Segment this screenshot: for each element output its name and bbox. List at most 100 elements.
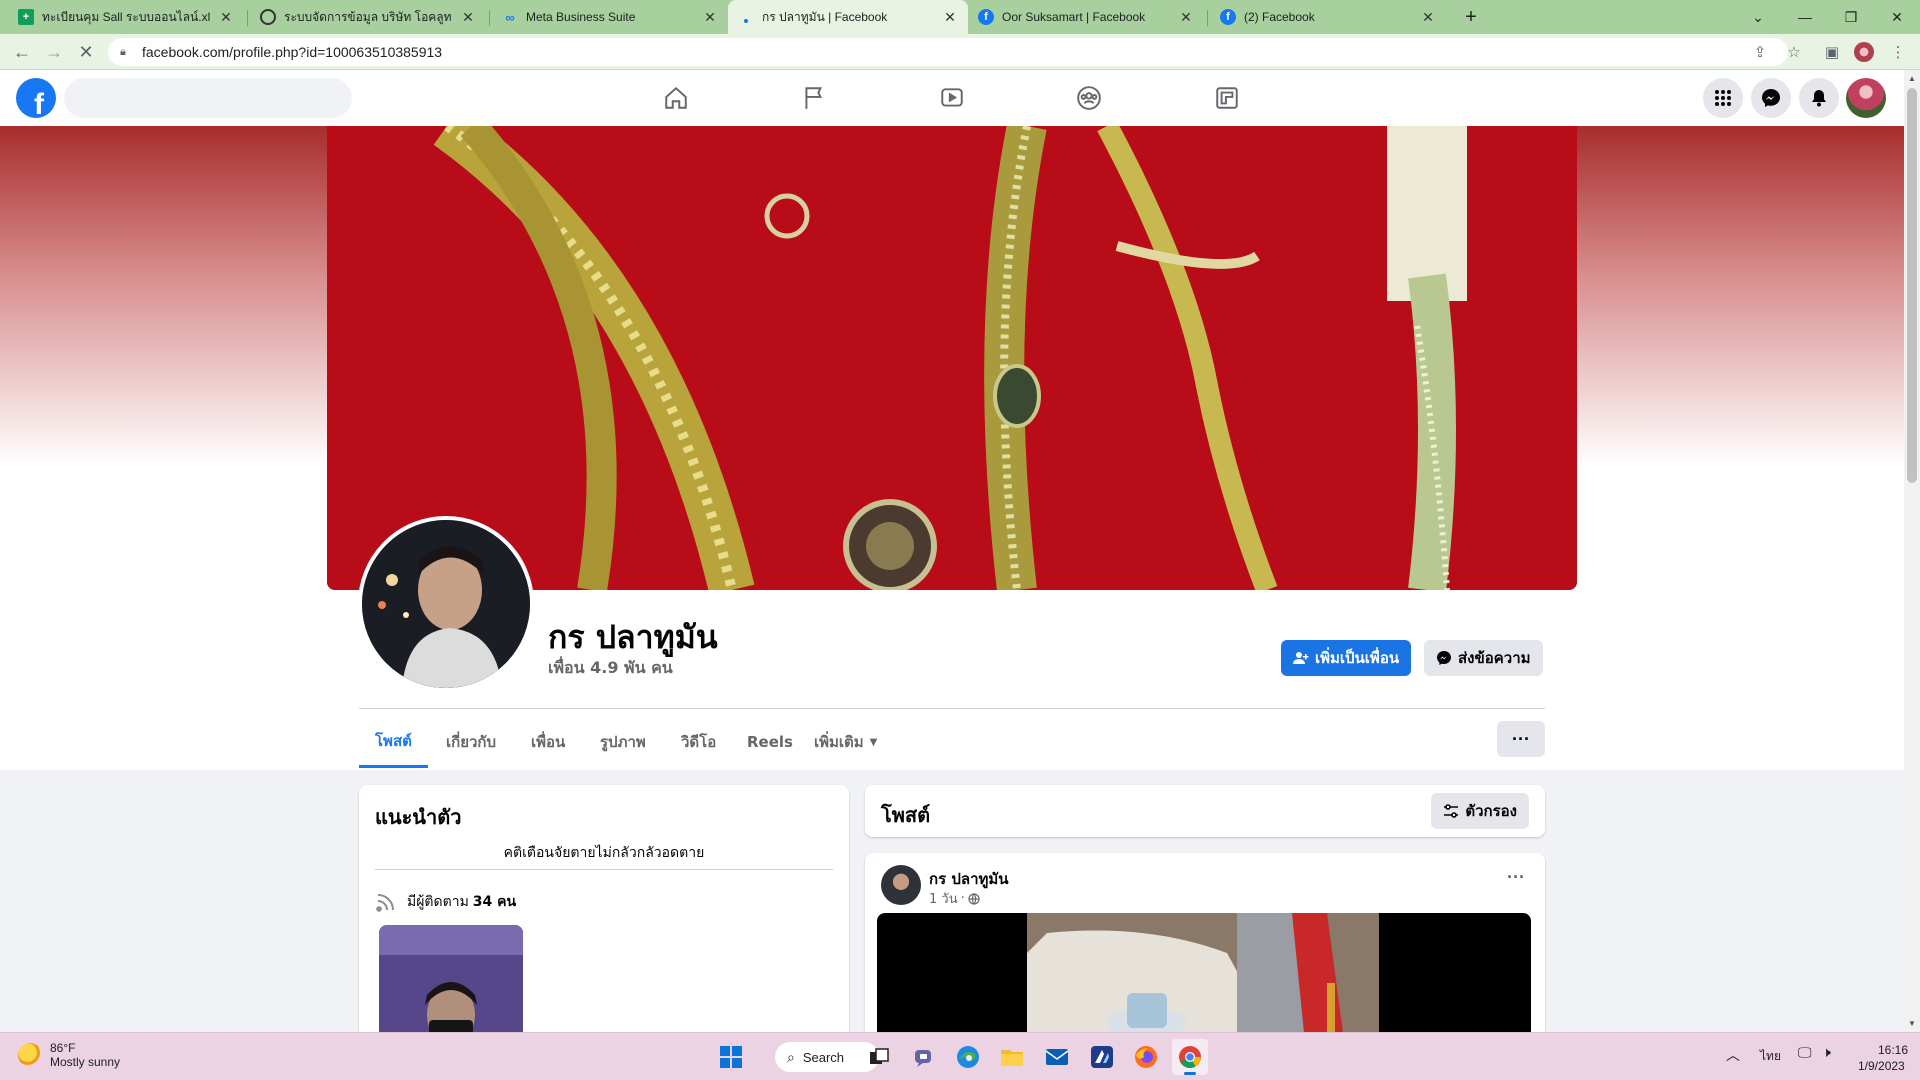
scroll-up-arrow-icon[interactable]: ▲ [1908, 74, 1916, 83]
lock-icon[interactable]: 🔒︎ [120, 46, 136, 59]
address-bar[interactable]: 🔒︎ facebook.com/profile.php?id=100063510… [108, 38, 1788, 66]
facebook-icon: f [1220, 9, 1236, 25]
intro-bio: คติเตือนจัยตายไม่กลัวกลัวอดตาย [503, 845, 705, 861]
tab-close-icon[interactable]: ✕ [460, 9, 476, 26]
bookmark-star-icon[interactable]: ☆ [1782, 40, 1806, 64]
profile-more-button[interactable]: ··· [1497, 721, 1545, 757]
minimize-button[interactable]: — [1782, 0, 1828, 34]
tab-google-sheets[interactable]: + ทะเบียนคุม Sall ระบบออนไลน์.xlsx - Goo… [8, 0, 244, 34]
follower-photo-person [379, 925, 523, 1045]
tab-oor-suksamart[interactable]: f Oor Suksamart | Facebook ✕ [968, 0, 1204, 34]
groups-icon[interactable] [1033, 74, 1145, 122]
teams-chat-icon[interactable] [906, 1039, 942, 1075]
filter-button[interactable]: ตัวกรอง [1431, 793, 1529, 829]
weather-widget[interactable]: 86°F Mostly sunny [18, 1041, 120, 1069]
messenger-icon[interactable] [1751, 78, 1791, 118]
notifications-bell-icon[interactable] [1799, 78, 1839, 118]
tab-meta-business-suite[interactable]: ∞ Meta Business Suite ✕ [492, 0, 728, 34]
tab-close-icon[interactable]: ✕ [942, 9, 958, 26]
facebook-search-input[interactable] [64, 78, 352, 118]
scroll-down-arrow-icon[interactable]: ▼ [1908, 1019, 1916, 1028]
volume-muted-icon[interactable]: 🕨︎ [1822, 1044, 1831, 1061]
followers-row[interactable]: มีผู้ติดตาม 34 คน [375, 891, 516, 913]
watch-video-icon[interactable] [896, 74, 1008, 122]
tab-separator [247, 10, 248, 26]
chrome-menu-icon[interactable]: ⋮ [1886, 40, 1910, 64]
account-avatar[interactable] [1846, 78, 1886, 118]
post-video[interactable] [877, 913, 1531, 1032]
sunny-weather-icon [18, 1043, 42, 1067]
window-close-button[interactable]: ✕ [1874, 0, 1920, 34]
post-options-button[interactable]: ··· [1507, 867, 1525, 888]
input-language-indicator[interactable]: ไทย [1760, 1047, 1781, 1066]
share-icon[interactable]: ⇪ [1748, 40, 1772, 64]
firefox-icon[interactable] [1128, 1039, 1164, 1075]
chrome-profile-avatar[interactable] [1852, 40, 1876, 64]
forward-arrow-icon[interactable]: → [42, 40, 66, 64]
tab-profile-active[interactable]: กร ปลาทูมัน | Facebook ✕ [728, 0, 968, 34]
mail-icon[interactable] [1039, 1039, 1075, 1075]
tab-about[interactable]: เกี่ยวกับ [430, 716, 512, 768]
task-view-icon[interactable] [861, 1039, 897, 1075]
stop-loading-icon[interactable]: ✕ [74, 40, 98, 64]
tab-posts[interactable]: โพสต์ [359, 716, 428, 768]
address-url[interactable]: facebook.com/profile.php?id=100063510385… [142, 44, 442, 60]
add-friend-button[interactable]: เพิ่มเป็นเพื่อน [1281, 640, 1412, 676]
clock-time[interactable]: 16:16 [1878, 1043, 1908, 1057]
scrollbar-thumb[interactable] [1907, 88, 1917, 483]
gaming-icon[interactable] [1171, 74, 1283, 122]
facebook-logo-icon[interactable]: f [16, 78, 56, 118]
tab-search-chevron-icon[interactable]: ⌄ [1735, 0, 1781, 34]
pages-flag-icon[interactable] [758, 74, 870, 122]
back-arrow-icon[interactable]: ← [10, 40, 34, 64]
browser-toolbar: ← → ✕ 🔒︎ facebook.com/profile.php?id=100… [0, 34, 1920, 70]
follower-photo[interactable] [379, 925, 523, 1045]
tab-close-icon[interactable]: ✕ [218, 9, 234, 26]
post-author-avatar[interactable] [881, 865, 921, 905]
chrome-icon[interactable] [1172, 1039, 1208, 1075]
profile-photo-person [362, 520, 530, 688]
add-friend-icon [1293, 652, 1309, 664]
home-icon[interactable] [620, 74, 732, 122]
page-scrollbar[interactable]: ▲ ▼ [1904, 70, 1920, 1032]
profile-divider [359, 708, 1545, 709]
tab-separator [489, 10, 490, 26]
profile-picture[interactable] [358, 516, 534, 692]
posts-title: โพสต์ [881, 803, 931, 827]
post-time[interactable]: 1 วัน [929, 888, 958, 909]
restore-button[interactable]: ❐ [1828, 0, 1874, 34]
tab-videos[interactable]: วิดีโอ [665, 716, 732, 768]
tab-more[interactable]: เพิ่มเติม ▼ [798, 716, 893, 768]
windows-start-icon[interactable] [713, 1039, 749, 1075]
side-panel-icon[interactable]: ▣ [1820, 40, 1844, 64]
tab-close-icon[interactable]: ✕ [1420, 9, 1436, 26]
friend-count[interactable]: เพื่อน 4.9 พัน คน [548, 656, 673, 681]
cover-photo[interactable] [327, 126, 1577, 590]
tab-close-icon[interactable]: ✕ [1178, 9, 1194, 26]
caret-down-icon: ▼ [869, 736, 878, 748]
tab-friends[interactable]: เพื่อน [515, 716, 581, 768]
show-hidden-icons-chevron-icon[interactable]: ︿ [1726, 1045, 1740, 1065]
file-explorer-icon[interactable] [994, 1039, 1030, 1075]
tab-facebook-notifications[interactable]: f (2) Facebook ✕ [1210, 0, 1446, 34]
windows-taskbar: 86°F Mostly sunny ⌕ Search ︿ ไทย 🖵︎ 🕨︎ 1… [0, 1032, 1920, 1080]
menu-grid-icon[interactable] [1703, 78, 1743, 118]
tab-close-icon[interactable]: ✕ [702, 9, 718, 26]
browser-tab-strip: + ทะเบียนคุม Sall ระบบออนไลน์.xlsx - Goo… [0, 0, 1920, 34]
loading-icon [738, 9, 754, 25]
rss-feed-icon [376, 894, 394, 912]
posts-header-card: โพสต์ ตัวกรอง [865, 785, 1545, 837]
network-monitor-icon[interactable]: 🖵︎ [1798, 1044, 1812, 1061]
designer-app-icon[interactable] [1084, 1039, 1120, 1075]
send-message-button[interactable]: ส่งข้อความ [1424, 640, 1543, 676]
tab-data-system[interactable]: ระบบจัดการข้อมูล บริษัท โอคลูทเน็ต จำ ✕ [250, 0, 486, 34]
new-tab-button[interactable]: + [1448, 0, 1494, 34]
edge-browser-icon[interactable] [950, 1039, 986, 1075]
intro-card: แนะนำตัว คติเตือนจัยตายไม่กลัวกลัวอดตาย … [359, 785, 849, 1045]
post-meta: 1 วัน · [929, 888, 980, 909]
tab-photos[interactable]: รูปภาพ [584, 716, 662, 768]
clock-date[interactable]: 1/9/2023 [1858, 1059, 1905, 1073]
cover-photo-amulets [327, 126, 1577, 590]
video-thumbnail [1027, 913, 1379, 1032]
video-frame [1027, 913, 1379, 1032]
